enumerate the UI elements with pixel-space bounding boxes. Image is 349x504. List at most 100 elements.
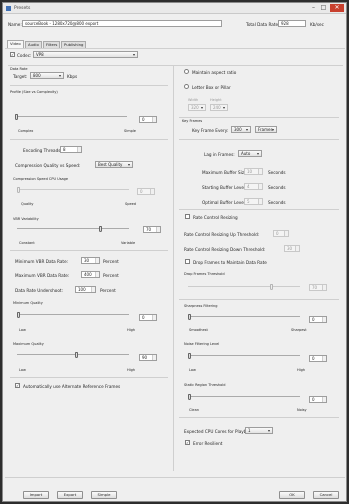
separator — [10, 250, 168, 251]
threads-spinbox[interactable]: 8 — [60, 146, 82, 153]
slider-thumb[interactable] — [188, 353, 191, 359]
cq-select-value: Best Quality — [98, 162, 123, 167]
slider-thumb[interactable] — [17, 312, 20, 318]
chevron-down-icon — [268, 430, 270, 432]
min-vbr-spinbox[interactable]: 30 — [81, 257, 100, 264]
min-quality-slider[interactable] — [17, 312, 129, 318]
undershoot-spinbox[interactable]: 100 — [75, 286, 96, 293]
column-divider — [173, 66, 174, 471]
codec-divider — [8, 65, 343, 66]
vbr-slider[interactable] — [17, 226, 129, 232]
max-quality-slider[interactable] — [17, 352, 129, 358]
close-icon[interactable]: ✕ — [330, 4, 344, 12]
lag-value: Auto — [241, 151, 251, 156]
cpu-usage-spinbox[interactable]: 0 — [137, 188, 155, 195]
ok-button[interactable]: OK — [279, 491, 305, 499]
drop-frames-checkbox[interactable] — [185, 259, 190, 264]
separator — [10, 139, 168, 140]
separator — [10, 377, 168, 378]
sharpness-spinbox[interactable]: 0 — [309, 316, 327, 323]
name-input[interactable]: sourceBook - 1280x720@800 export — [22, 20, 222, 27]
static-spinbox[interactable]: 0 — [309, 396, 327, 403]
separator — [10, 85, 168, 86]
drop-threshold-spinbox[interactable]: 70 — [309, 284, 327, 291]
cpu-usage-slider[interactable] — [17, 187, 129, 193]
width-select[interactable]: 320 — [188, 104, 206, 111]
cpu-usage-heading: Compression Speed CPU Usage — [13, 177, 69, 181]
kf-every-select[interactable]: 300 — [231, 126, 251, 133]
start-buffer-unit: Seconds — [268, 185, 286, 190]
noise-heading: Noise Filtering Level — [184, 342, 220, 346]
tab-filters[interactable]: Filters — [43, 41, 61, 48]
chevron-down-icon — [201, 107, 203, 109]
width-select-value: 320 — [191, 105, 199, 110]
letterbox-label: Letter Box or Pillar — [192, 85, 231, 90]
start-buffer-spinbox[interactable]: 4 — [244, 183, 263, 190]
static-slider[interactable] — [188, 394, 300, 400]
chevron-down-icon — [246, 129, 248, 131]
profile-slider[interactable] — [15, 114, 127, 120]
import-button[interactable]: Import — [23, 491, 49, 499]
cancel-button[interactable]: Cancel — [313, 491, 339, 499]
max-quality-spinbox[interactable]: 90 — [139, 354, 157, 361]
sharpness-slider[interactable] — [188, 314, 300, 320]
letterbox-radio[interactable] — [184, 84, 189, 89]
rc-up-spinbox[interactable]: 0 — [273, 230, 289, 237]
error-resilient-checkbox[interactable]: ✓ — [185, 440, 190, 445]
sharpness-heading: Sharpness Filtering — [184, 304, 218, 308]
rc-down-spinbox[interactable]: 30 — [284, 245, 300, 252]
kf-every-label: Key Frame Every: — [192, 128, 229, 133]
separator — [179, 209, 339, 210]
profile-spinbox[interactable]: 0 — [139, 116, 157, 123]
max-buffer-spinbox[interactable]: 10 — [244, 168, 263, 175]
altref-checkbox[interactable]: ✓ — [15, 383, 20, 388]
drop-threshold-slider[interactable] — [188, 284, 300, 290]
noise-slider[interactable] — [188, 353, 300, 359]
slider-thumb[interactable] — [270, 284, 273, 290]
aspect-radio[interactable] — [184, 69, 189, 74]
cpu-max-label: Speed — [125, 202, 136, 206]
target-select[interactable]: 800 — [30, 72, 64, 79]
height-select[interactable]: 240 — [210, 104, 228, 111]
export-button[interactable]: Export — [57, 491, 83, 499]
cpu-cores-value: 1 — [248, 428, 251, 433]
opt-buffer-spinbox[interactable]: 5 — [244, 198, 263, 205]
rc-resize-checkbox[interactable] — [185, 214, 190, 219]
keyframes-heading: Key Frames — [182, 119, 203, 123]
data-rate-heading: Data Rate — [10, 67, 28, 71]
tab-audio[interactable]: Audio — [25, 41, 42, 48]
presets-window: Presets – □ ✕ Name: sourceBook - 1280x72… — [2, 2, 347, 502]
min-vbr-unit: Percent — [103, 259, 119, 264]
tab-video[interactable]: Video — [7, 40, 24, 48]
slider-thumb[interactable] — [99, 226, 102, 232]
noise-spinbox[interactable]: 0 — [309, 355, 327, 362]
static-heading: Static Region Threshold — [184, 383, 226, 387]
cq-select[interactable]: Best Quality — [95, 161, 133, 168]
lag-select[interactable]: Auto — [238, 150, 262, 157]
max-vbr-spinbox[interactable]: 400 — [81, 271, 100, 278]
min-quality-spinbox[interactable]: 0 — [139, 314, 157, 321]
footer-divider — [5, 477, 345, 478]
codec-checkbox[interactable]: ✓ — [10, 52, 15, 57]
slider-thumb[interactable] — [188, 314, 191, 320]
chevron-down-icon — [257, 153, 259, 155]
simple-button[interactable]: Simple — [91, 491, 117, 499]
drop-frames-label: Drop Frames to Maintain Data Rate — [193, 260, 267, 265]
slider-track — [188, 396, 300, 397]
separator — [179, 417, 339, 418]
slider-track — [15, 116, 127, 117]
slider-thumb[interactable] — [75, 352, 78, 358]
slider-thumb[interactable] — [15, 114, 18, 120]
codec-select[interactable]: VP8 — [33, 51, 138, 58]
kf-unit-select[interactable]: Frames — [255, 126, 277, 133]
min-quality-heading: Minimum Quality — [13, 301, 43, 305]
tab-publishing[interactable]: Publishing — [61, 41, 87, 48]
vbr-spinbox[interactable]: 70 — [143, 226, 161, 233]
drop-threshold-heading: Drop Frames Threshold — [184, 272, 225, 276]
slider-thumb[interactable] — [17, 187, 20, 193]
cpu-cores-select[interactable]: 1 — [245, 427, 273, 434]
max-vbr-label: Maximum VBR Data Rate: — [15, 273, 70, 278]
minimize-icon[interactable]: – — [309, 4, 318, 12]
maximize-icon[interactable]: □ — [319, 4, 328, 12]
slider-thumb[interactable] — [188, 394, 191, 400]
